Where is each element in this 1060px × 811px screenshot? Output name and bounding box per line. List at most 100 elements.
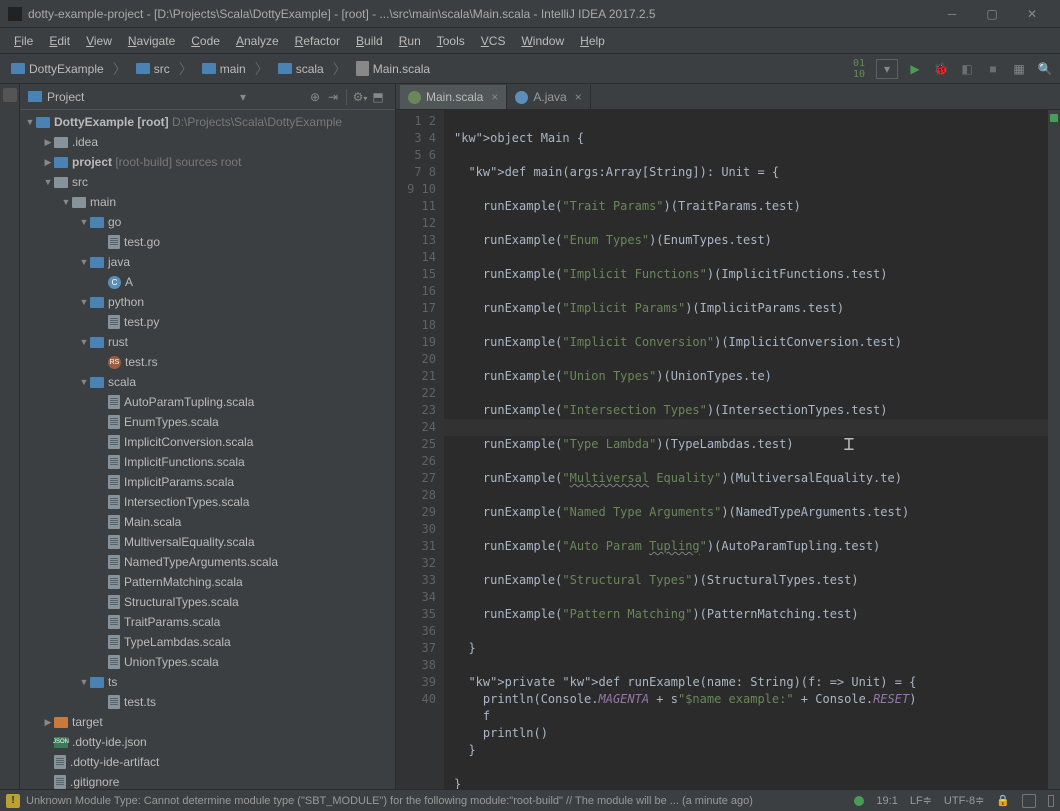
project-tree[interactable]: DottyExample [root] D:\Projects\Scala\Do… [20, 110, 395, 789]
tree-label: target [72, 715, 103, 729]
tab-close-icon[interactable]: × [575, 90, 582, 104]
close-button[interactable]: ✕ [1012, 0, 1052, 28]
tree-item-target[interactable]: target [20, 712, 395, 732]
tree-item-implicitconversion-scala[interactable]: ImplicitConversion.scala [20, 432, 395, 452]
menu-refactor[interactable]: Refactor [287, 31, 348, 51]
tree-item-implicitfunctions-scala[interactable]: ImplicitFunctions.scala [20, 452, 395, 472]
tree-item-namedtypearguments-scala[interactable]: NamedTypeArguments.scala [20, 552, 395, 572]
maximize-button[interactable]: ▢ [972, 0, 1012, 28]
coverage-icon[interactable]: ◧ [958, 60, 976, 78]
tree-item-intersectiontypes-scala[interactable]: IntersectionTypes.scala [20, 492, 395, 512]
tree-item-test-py[interactable]: test.py [20, 312, 395, 332]
tree-item-ts[interactable]: ts [20, 672, 395, 692]
code-editor[interactable]: "kw">object Main { "kw">def main(args:Ar… [444, 110, 1048, 789]
panel-settings-icon[interactable]: ⚙▾ [351, 90, 369, 104]
project-view-dropdown[interactable]: ▾ [240, 90, 246, 104]
breadcrumb-scala[interactable]: scala [273, 59, 329, 79]
breadcrumb-dottyexample[interactable]: DottyExample [6, 59, 109, 79]
run-icon[interactable]: ▶ [906, 60, 924, 78]
status-warning-icon[interactable]: ! [6, 794, 20, 808]
tree-item-multiversalequality-scala[interactable]: MultiversalEquality.scala [20, 532, 395, 552]
binary-toggle-icon[interactable]: 0110 [850, 60, 868, 78]
tree-item-test-ts[interactable]: test.ts [20, 692, 395, 712]
menu-navigate[interactable]: Navigate [120, 31, 183, 51]
menu-build[interactable]: Build [348, 31, 391, 51]
tree-arrow[interactable] [60, 197, 72, 207]
status-indicator-icon[interactable] [854, 796, 864, 806]
tree-arrow[interactable] [42, 177, 54, 187]
minimize-button[interactable]: ─ [932, 0, 972, 28]
menu-help[interactable]: Help [572, 31, 613, 51]
tree-arrow[interactable] [78, 217, 90, 227]
error-stripe[interactable] [1048, 110, 1060, 789]
scroll-from-source-icon[interactable]: ⊕ [306, 90, 324, 104]
breadcrumb-main-scala[interactable]: Main.scala [351, 58, 435, 79]
tree-item-java[interactable]: java [20, 252, 395, 272]
tree-item-test-go[interactable]: test.go [20, 232, 395, 252]
tree-item--dotty-ide-json[interactable]: JSON.dotty-ide.json [20, 732, 395, 752]
breadcrumb-main[interactable]: main [197, 59, 251, 79]
tree-item-rust[interactable]: rust [20, 332, 395, 352]
menu-edit[interactable]: Edit [41, 31, 78, 51]
run-config-dropdown[interactable]: ▾ [876, 59, 898, 79]
tree-item-python[interactable]: python [20, 292, 395, 312]
tree-item-src[interactable]: src [20, 172, 395, 192]
layout-settings-icon[interactable]: ▦ [1010, 60, 1028, 78]
tree-label: .dotty-ide.json [72, 735, 147, 749]
tree-item-test-rs[interactable]: RStest.rs [20, 352, 395, 372]
status-message[interactable]: Unknown Module Type: Cannot determine mo… [26, 795, 753, 807]
tree-item-autoparamtupling-scala[interactable]: AutoParamTupling.scala [20, 392, 395, 412]
tree-item-a[interactable]: CA [20, 272, 395, 292]
menu-code[interactable]: Code [183, 31, 228, 51]
tree-item--dotty-ide-artifact[interactable]: .dotty-ide-artifact [20, 752, 395, 772]
tree-item-typelambdas-scala[interactable]: TypeLambdas.scala [20, 632, 395, 652]
hector-icon[interactable] [1022, 794, 1036, 808]
tree-arrow[interactable] [78, 377, 90, 387]
tree-item-implicitparams-scala[interactable]: ImplicitParams.scala [20, 472, 395, 492]
search-icon[interactable]: 🔍 [1036, 60, 1054, 78]
debug-icon[interactable]: 🐞 [932, 60, 950, 78]
status-encoding[interactable]: UTF-8≑ [944, 794, 984, 807]
tree-item--gitignore[interactable]: .gitignore [20, 772, 395, 789]
tree-item-dottyexample[interactable]: DottyExample [root] D:\Projects\Scala\Do… [20, 112, 395, 132]
tree-arrow[interactable] [78, 337, 90, 347]
breadcrumb-src[interactable]: src [131, 59, 175, 79]
status-cursor-pos[interactable]: 19:1 [876, 795, 897, 807]
menu-tools[interactable]: Tools [429, 31, 473, 51]
tree-item-enumtypes-scala[interactable]: EnumTypes.scala [20, 412, 395, 432]
tree-arrow[interactable] [78, 257, 90, 267]
menu-analyze[interactable]: Analyze [228, 31, 287, 51]
tree-item-project[interactable]: project [root-build] sources root [20, 152, 395, 172]
project-nav-icon[interactable] [3, 88, 17, 102]
titlebar: dotty-example-project - [D:\Projects\Sca… [0, 0, 1060, 28]
tab-main-scala[interactable]: Main.scala× [400, 85, 507, 109]
tree-item-scala[interactable]: scala [20, 372, 395, 392]
tree-item-patternmatching-scala[interactable]: PatternMatching.scala [20, 572, 395, 592]
tree-arrow[interactable] [24, 117, 36, 127]
menu-file[interactable]: File [6, 31, 41, 51]
menu-run[interactable]: Run [391, 31, 429, 51]
stop-icon[interactable]: ■ [984, 60, 1002, 78]
tab-a-java[interactable]: A.java× [507, 85, 590, 109]
lock-icon[interactable]: 🔒 [996, 794, 1010, 807]
tab-close-icon[interactable]: × [491, 90, 498, 104]
hide-panel-icon[interactable]: ⬒ [369, 90, 387, 104]
tree-item-main[interactable]: main [20, 192, 395, 212]
tree-item-go[interactable]: go [20, 212, 395, 232]
tree-arrow[interactable] [42, 717, 54, 728]
tree-arrow[interactable] [42, 137, 54, 148]
tree-arrow[interactable] [78, 677, 90, 687]
tree-item--idea[interactable]: .idea [20, 132, 395, 152]
menu-view[interactable]: View [78, 31, 120, 51]
menu-vcs[interactable]: VCS [473, 31, 514, 51]
memory-indicator[interactable] [1048, 795, 1054, 807]
tree-item-traitparams-scala[interactable]: TraitParams.scala [20, 612, 395, 632]
collapse-all-icon[interactable]: ⇥ [324, 90, 342, 104]
tree-item-structuraltypes-scala[interactable]: StructuralTypes.scala [20, 592, 395, 612]
tree-arrow[interactable] [78, 297, 90, 307]
tree-item-uniontypes-scala[interactable]: UnionTypes.scala [20, 652, 395, 672]
tree-arrow[interactable] [42, 157, 54, 168]
status-line-ending[interactable]: LF≑ [910, 794, 932, 807]
tree-item-main-scala[interactable]: Main.scala [20, 512, 395, 532]
menu-window[interactable]: Window [513, 31, 572, 51]
